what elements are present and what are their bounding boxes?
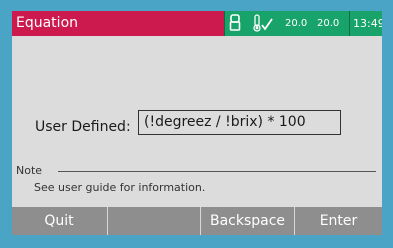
lock-status — [224, 11, 246, 36]
temperature-1: 20.0 — [285, 18, 308, 29]
thermometer-check-icon — [253, 14, 273, 32]
device-screen: Equation 20.0 20.0 13:49 User Defined: (… — [12, 11, 382, 235]
lock-icon — [229, 14, 241, 31]
note-divider — [58, 171, 376, 172]
clock: 13:49 — [350, 11, 382, 36]
enter-button[interactable]: Enter — [294, 207, 382, 235]
softkey-bar: Quit Backspace Enter — [12, 207, 382, 235]
blank-softkey[interactable] — [107, 207, 200, 235]
temperature-status: 20.0 20.0 — [245, 11, 350, 36]
page-title: Equation — [16, 15, 79, 31]
equation-label: User Defined: — [35, 119, 131, 135]
title-bar: Equation 20.0 20.0 13:49 — [12, 11, 382, 36]
equation-value: (!degreez / !brix) * 100 — [144, 114, 306, 130]
equation-input[interactable]: (!degreez / !brix) * 100 — [138, 110, 341, 135]
backspace-button[interactable]: Backspace — [200, 207, 294, 235]
temperature-2: 20.0 — [317, 18, 340, 29]
note-text: See user guide for information. — [34, 181, 206, 194]
clock-time: 13:49 — [353, 17, 382, 30]
note-label: Note — [16, 164, 43, 177]
quit-button[interactable]: Quit — [12, 207, 106, 235]
